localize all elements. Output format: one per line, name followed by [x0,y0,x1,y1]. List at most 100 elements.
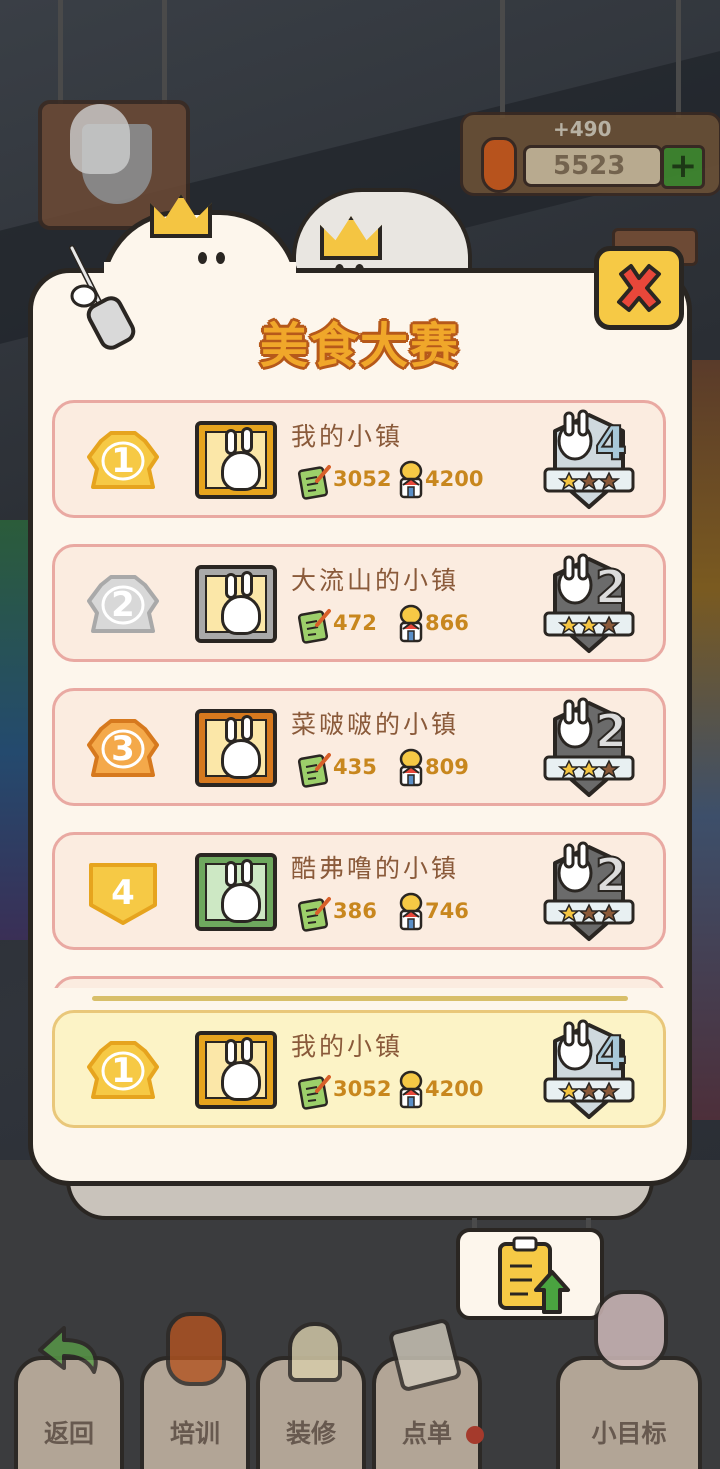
menu-score-icon [297,607,331,645]
svg-text:2: 2 [595,560,627,614]
avatar-frame [205,859,267,923]
eye [198,252,207,264]
decoration-score-icon [397,603,425,645]
back-arrow-icon [38,1326,98,1374]
close-icon [617,264,661,312]
player-avatar[interactable] [195,853,277,931]
rank-badge: 2 [81,571,165,639]
decoration-score: 4200 [425,467,484,491]
town-name: 我的小镇 [291,422,404,451]
background-right-shelf [690,360,720,1120]
my-rank-row: 1 我的小镇 3052 4200 4 [52,1010,666,1128]
svg-text:4: 4 [595,1026,627,1080]
leaderboard-list[interactable]: 1 我的小镇 3052 4200 4 2 大流山的小镇 472 866 2 3 … [28,380,692,988]
player-avatar[interactable] [195,709,277,787]
avatar-frame [205,1037,267,1101]
sign-rope [58,0,63,104]
decoration-score: 866 [425,611,469,635]
menu-score: 3052 [333,1077,392,1101]
nav-label: 培训 [169,1419,220,1448]
nav-label: 小目标 [591,1419,667,1448]
decoration-score: 4200 [425,1077,484,1101]
bunny-ear [241,859,253,885]
bunny-avatar-icon [221,739,261,779]
town-name: 菜啵啵的小镇 [291,710,460,739]
menu-score-icon [297,463,331,501]
leaderboard-row[interactable]: 3 菜啵啵的小镇 435 809 2 [52,688,666,806]
bunny-icon [70,104,130,174]
nav-decorate[interactable]: 装修 [256,1322,366,1469]
bunny-avatar-icon [221,595,261,635]
town-level-badge: 4 [541,407,637,515]
rank-number: 1 [111,1051,135,1091]
leaderboard-row[interactable]: 1 我的小镇 3052 4200 4 [52,400,666,518]
nav-order[interactable]: 点单 [372,1317,484,1469]
menu-score: 3052 [333,467,392,491]
decoration-score-icon [397,1069,425,1111]
town-name: 大流山的小镇 [291,566,460,595]
currency-panel: +490 5523 + [460,112,720,196]
decoration-score: 809 [425,755,469,779]
add-currency-button[interactable]: + [661,145,705,189]
carrot-trainer-icon [166,1312,226,1386]
bottom-nav: 返回 培训 装修 点单 小目标 [0,1290,720,1469]
close-button[interactable] [594,246,684,330]
notification-dot [466,1426,484,1444]
currency-rope [500,0,505,118]
svg-text:2: 2 [595,848,627,902]
bunny-avatar-icon [221,451,261,491]
decoration-score: 746 [425,899,469,923]
bunny-ear [241,715,253,741]
carrot-icon [481,137,517,193]
menu-score-icon [297,1073,331,1111]
rank-badge: 1 [81,427,165,495]
leaderboard-row-partial [52,976,666,988]
sign-rope [162,0,167,104]
bunny-avatar-icon [221,1061,261,1101]
player-avatar[interactable] [195,1031,277,1109]
goal-checklist-button[interactable] [456,1228,604,1320]
rank-badge: 1 [81,1037,165,1105]
town-name: 我的小镇 [291,1032,404,1061]
leaderboard-row[interactable]: 4 酷弗噜的小镇 386 746 2 [52,832,666,950]
player-avatar[interactable] [195,421,277,499]
leaderboard-row[interactable]: 2 大流山的小镇 472 866 2 [52,544,666,662]
rank-number: 4 [111,873,135,913]
nav-back[interactable]: 返回 [14,1326,124,1469]
menu-score: 435 [333,755,377,779]
rank-badge: 4 [81,859,165,927]
town-level-badge: 2 [541,551,637,659]
decoration-score-icon [397,747,425,789]
town-level-badge: 2 [541,695,637,803]
bunny-ear [241,427,253,453]
currency-rope [676,0,681,118]
town-name: 酷弗噜的小镇 [291,854,460,883]
nav-label: 装修 [285,1419,336,1448]
town-level-badge: 4 [541,1017,637,1125]
avatar-frame [205,571,267,635]
menu-score-icon [297,895,331,933]
nav-training[interactable]: 培训 [140,1312,250,1469]
avatar-frame [205,427,267,491]
rank-number: 1 [111,441,135,481]
decorate-icon [288,1322,342,1382]
currency-gain: +490 [553,117,612,141]
avatar-frame [205,715,267,779]
player-avatar[interactable] [195,565,277,643]
rank-number: 2 [111,585,135,625]
bunny-avatar-icon [221,883,261,923]
currency-amount: 5523 [553,151,626,181]
menu-score: 386 [333,899,377,923]
town-level-badge: 2 [541,839,637,947]
nav-goal[interactable]: 小目标 [556,1290,702,1469]
rank-number: 3 [111,729,135,769]
svg-text:4: 4 [595,416,627,470]
decoration-score-icon [397,891,425,933]
decoration-score-icon [397,459,425,501]
goal-icon [594,1290,668,1370]
eye [216,252,225,264]
rank-badge: 3 [81,715,165,783]
checklist-upgrade-icon [498,1236,570,1314]
bunny-ear [241,1037,253,1063]
menu-score: 472 [333,611,377,635]
